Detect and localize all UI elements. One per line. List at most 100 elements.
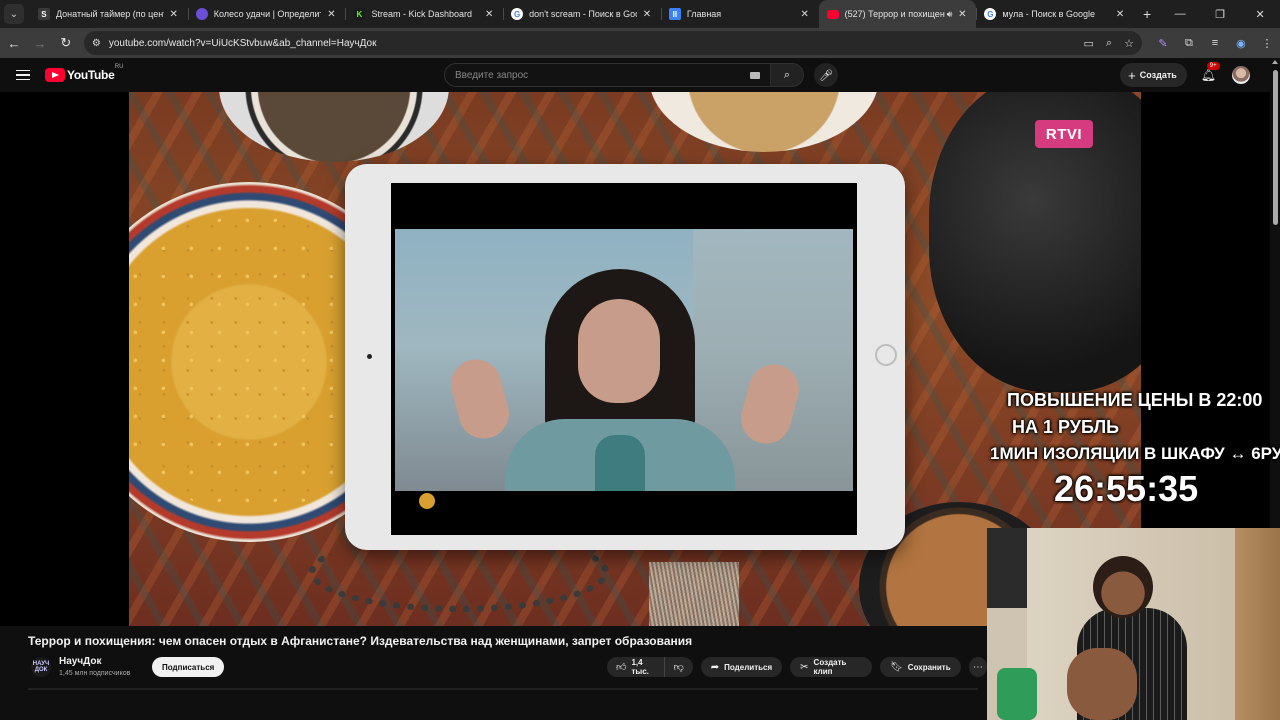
tab-google-mula[interactable]: G мула - Поиск в Google ✕: [976, 0, 1134, 28]
youtube-logo[interactable]: YouTube RU: [45, 64, 123, 82]
search-button[interactable]: ⌕: [770, 63, 804, 87]
close-icon[interactable]: ✕: [641, 9, 653, 20]
create-label: Создать: [1139, 70, 1177, 80]
like-dislike-group: 👍︎ 1,4 тыс. 👎︎: [607, 657, 693, 677]
plus-icon: +: [1128, 67, 1136, 83]
tablet-image: [345, 164, 905, 550]
window-close-icon[interactable]: ✕: [1240, 0, 1280, 28]
minimize-icon[interactable]: —: [1160, 0, 1200, 28]
youtube-play-icon: [45, 68, 65, 82]
speaker-left-hand: [445, 353, 515, 445]
tab-home[interactable]: II Главная ✕: [660, 0, 819, 28]
tab-wheel-of-fortune[interactable]: Колесо удачи | Определите л ✕: [187, 0, 346, 28]
tablet-home-button: [875, 344, 897, 366]
subscriber-count: 1,45 млн подписчиков: [59, 670, 131, 677]
rtvi-watermark-logo: RTVI: [1035, 120, 1093, 148]
extension-icons: ✎ ⧉ ≡ ◉ ⋮: [1150, 37, 1280, 50]
channel-avatar[interactable]: НАУЧ ДОК: [31, 657, 51, 677]
reload-icon[interactable]: ↻: [54, 31, 78, 55]
dislike-button[interactable]: 👎︎: [663, 657, 693, 677]
tab-title: don't scream - Поиск в Google: [529, 9, 637, 19]
forward-arrow-icon[interactable]: →: [28, 31, 52, 55]
new-tab-plus-icon[interactable]: +: [1134, 6, 1160, 22]
webcam-monitor: [987, 528, 1027, 608]
webcam-green-object: [997, 668, 1037, 720]
notification-badge: 9+: [1206, 62, 1220, 70]
profile-avatar-icon[interactable]: ◉: [1228, 37, 1254, 50]
search-field[interactable]: [444, 63, 770, 87]
tablet-camera: [367, 354, 372, 359]
s-favicon-icon: S: [37, 8, 50, 20]
restore-icon[interactable]: ❐: [1200, 0, 1240, 28]
keyboard-icon[interactable]: [750, 71, 760, 79]
tab-donation-timer[interactable]: S Донатный таймер (по центру) ✕: [30, 0, 188, 28]
close-icon[interactable]: ✕: [483, 9, 495, 20]
create-clip-button[interactable]: ✂ Создать клип: [790, 657, 873, 677]
tassel-image: [649, 562, 739, 626]
tab-google-dont-scream[interactable]: G don't scream - Поиск в Google ✕: [503, 0, 661, 28]
close-icon[interactable]: ✕: [799, 9, 811, 20]
speaker-icon[interactable]: 🔊︎: [947, 9, 953, 20]
site-info-icon[interactable]: ⚙: [92, 38, 101, 49]
subscribe-button[interactable]: Подписаться: [152, 657, 225, 677]
notifications-bell-icon[interactable]: 🔔︎ 9+: [1201, 62, 1220, 82]
tab-title: Донатный таймер (по центру): [55, 9, 164, 19]
puzzle-extensions-icon[interactable]: ⧉: [1176, 37, 1202, 50]
bookmark-star-icon[interactable]: ☆: [1124, 37, 1134, 50]
close-icon[interactable]: ✕: [325, 9, 337, 20]
more-options-icon[interactable]: ⋯: [968, 657, 987, 677]
logo-text: YouTube: [67, 68, 115, 82]
chickpea-image: [419, 493, 435, 509]
share-label: Поделиться: [724, 662, 773, 672]
google-favicon-icon: G: [984, 8, 997, 20]
save-button[interactable]: 🔖︎ Сохранить: [880, 657, 961, 677]
overlay-timer: 26:55:35: [1054, 468, 1199, 509]
bookmark-icon: 🔖︎: [890, 661, 903, 673]
youtube-favicon-icon: [826, 9, 839, 19]
channel-name[interactable]: НаучДок: [59, 656, 102, 667]
scrollbar-thumb[interactable]: [1273, 70, 1278, 225]
close-icon[interactable]: ✕: [1114, 9, 1126, 20]
share-arrow-icon: ➦: [710, 661, 720, 673]
url-text[interactable]: youtube.com/watch?v=UiUcKStvbuw&ab_chann…: [109, 38, 1072, 49]
cast-icon[interactable]: ▭: [1084, 37, 1094, 50]
save-label: Сохранить: [907, 662, 951, 672]
scroll-up-arrow-icon[interactable]: [1272, 60, 1278, 64]
webcam-door: [1235, 528, 1280, 720]
google-favicon-icon: G: [511, 8, 524, 20]
scissors-icon: ✂: [800, 661, 809, 673]
tab-title: Главная: [686, 9, 722, 19]
overlay-price-line: ПОВЫШЕНИЕ ЦЕНЫ В 22:00: [1007, 390, 1263, 410]
zoom-icon[interactable]: ⌕: [1106, 37, 1112, 50]
search-input[interactable]: [455, 69, 750, 81]
media-controls-icon[interactable]: ≡: [1202, 37, 1228, 49]
share-button[interactable]: ➦ Поделиться: [700, 657, 783, 677]
create-button[interactable]: + Создать: [1120, 63, 1187, 87]
like-button[interactable]: 👍︎ 1,4 тыс.: [607, 657, 664, 677]
close-icon[interactable]: ✕: [168, 9, 180, 20]
tab-title: (527) Террор и похищения: [844, 9, 945, 19]
tab-search-icon[interactable]: ⌄: [4, 4, 24, 24]
browser-menu-icon[interactable]: ⋮: [1254, 37, 1280, 50]
back-arrow-icon[interactable]: ←: [2, 31, 26, 55]
voice-search-mic-icon[interactable]: 🎤︎: [814, 63, 838, 87]
address-bar[interactable]: ⚙ youtube.com/watch?v=UiUcKStvbuw&ab_cha…: [83, 31, 1142, 55]
tab-youtube-active[interactable]: (527) Террор и похищения 🔊︎ ✕: [818, 0, 977, 28]
thumbs-down-icon: 👎︎: [673, 662, 684, 673]
interview-frame: [395, 229, 853, 491]
video-title: Террор и похищения: чем опасен отдых в А…: [28, 634, 693, 648]
speaker-shirt: [595, 435, 645, 491]
walnut-bowl-image: [649, 92, 879, 152]
account-avatar[interactable]: [1232, 66, 1250, 84]
like-count: 1,4 тыс.: [631, 658, 649, 676]
tab-kick-dashboard[interactable]: K Stream - Kick Dashboard ✕: [345, 0, 503, 28]
tablet-screen: [391, 183, 857, 535]
search-icon: ⌕: [783, 68, 791, 81]
menu-hamburger-icon[interactable]: [16, 69, 30, 81]
video-actions: 👍︎ 1,4 тыс. 👎︎ ➦ Поделиться ✂ Создать кл…: [607, 657, 987, 677]
streamer-head: [1093, 556, 1153, 618]
streamer-webcam: [987, 528, 1280, 720]
pen-extension-icon[interactable]: ✎: [1150, 37, 1176, 50]
close-icon[interactable]: ✕: [956, 9, 968, 20]
overlay-isolation-line: 1МИН ИЗОЛЯЦИИ В ШКАФУ ↔ 6РУБ: [990, 444, 1280, 463]
